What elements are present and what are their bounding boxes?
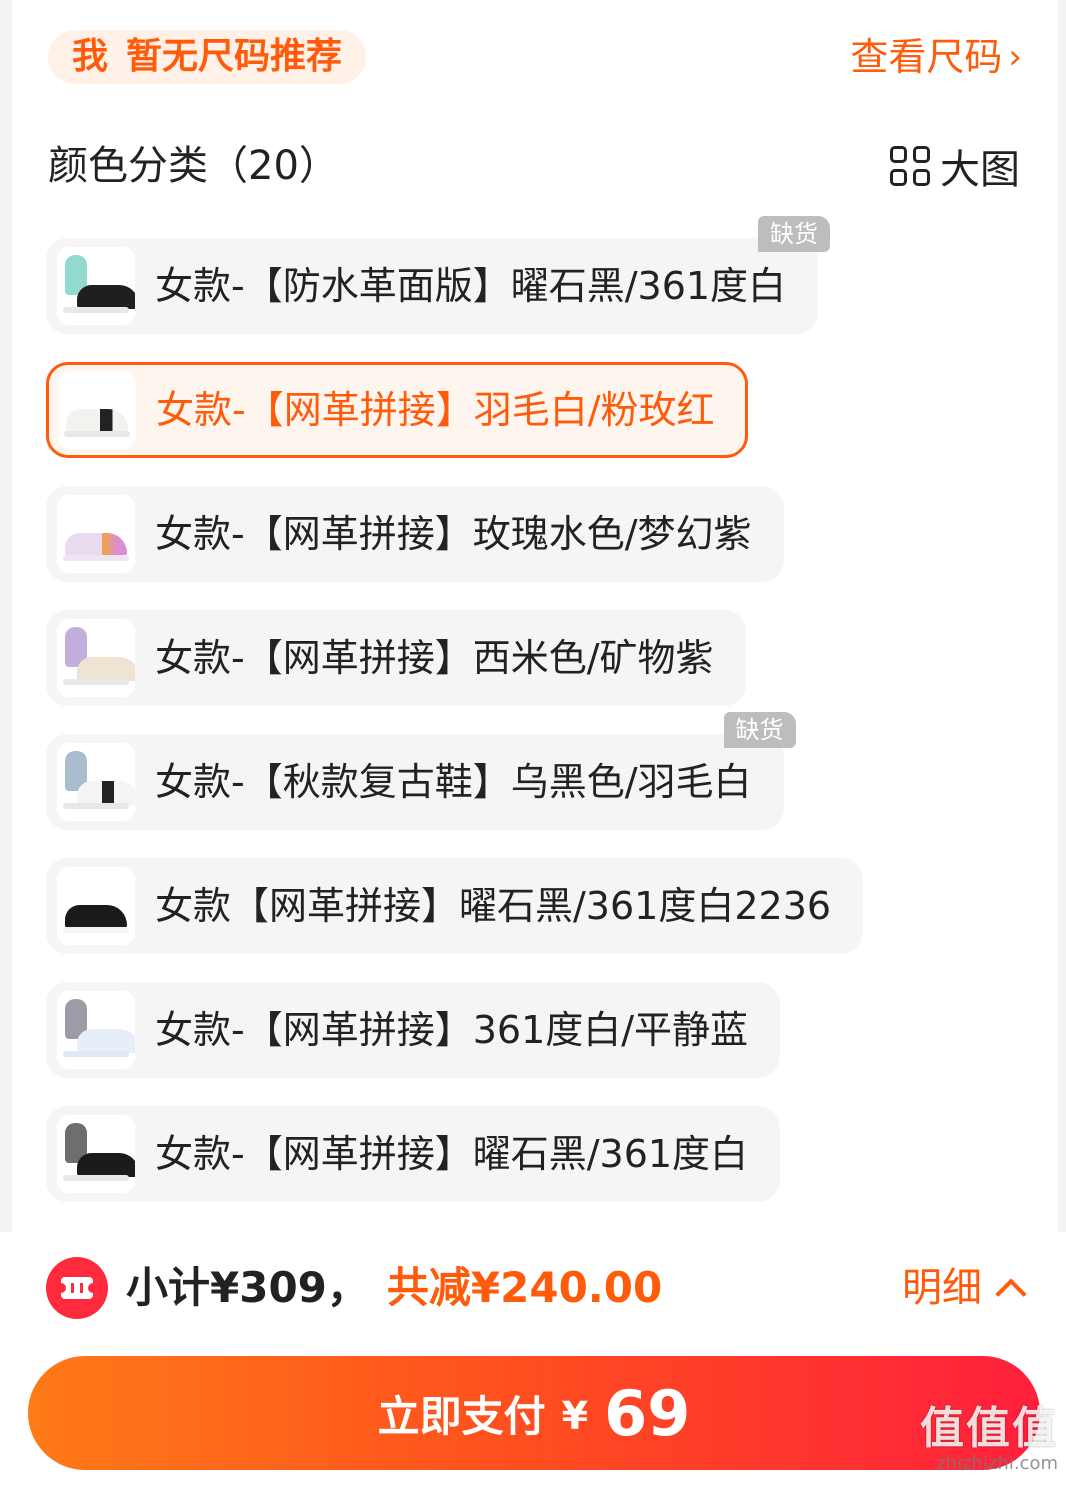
price-detail-toggle[interactable]: 明细 <box>902 1260 1027 1316</box>
big-image-toggle[interactable]: 大图 <box>890 140 1020 193</box>
view-size-chart-label: 查看尺码 <box>850 35 1003 79</box>
product-thumbnail <box>57 495 135 573</box>
subtotal-text: 小计¥309， <box>126 1263 369 1312</box>
sku-selector-sheet: 我 暂无尺码推荐 查看尺码 › 颜色分类（20） 大图 女款-【防水革面版】曜石… <box>12 0 1058 1232</box>
color-option-label: 女款-【网革拼接】西米色/矿物紫 <box>155 636 714 680</box>
pay-now-button[interactable]: 立即支付 ¥ 69 <box>28 1356 1040 1470</box>
product-thumbnail <box>57 867 135 945</box>
color-option[interactable]: 女款-【网革拼接】玫瑰水色/梦幻紫 <box>46 486 784 582</box>
color-option-label: 女款-【秋款复古鞋】乌黑色/羽毛白 <box>155 760 752 804</box>
product-thumbnail <box>58 371 136 449</box>
product-thumbnail <box>57 743 135 821</box>
pay-now-label: 立即支付 <box>377 1391 546 1441</box>
chevron-up-icon <box>995 1278 1027 1310</box>
product-thumbnail <box>57 247 135 325</box>
color-option[interactable]: 女款-【网革拼接】361度白/平静蓝 <box>46 982 781 1078</box>
discount-text: 共减¥240.00 <box>386 1263 663 1312</box>
out-of-stock-badge: 缺货 <box>758 216 831 252</box>
color-option-label: 女款-【网革拼接】羽毛白/粉玫红 <box>156 388 715 432</box>
out-of-stock-badge: 缺货 <box>723 712 796 748</box>
pay-amount: 69 <box>604 1376 691 1450</box>
color-option[interactable]: 女款-【网革拼接】西米色/矿物紫 <box>46 610 746 706</box>
color-option-label: 女款-【网革拼接】曜石黑/361度白 <box>155 1132 749 1176</box>
color-option[interactable]: 女款【网革拼接】曜石黑/361度白2236 <box>46 858 864 954</box>
coupon-ticket-icon <box>46 1257 108 1319</box>
color-option-label: 女款-【网革拼接】361度白/平静蓝 <box>155 1008 749 1052</box>
pay-currency: ¥ <box>561 1394 589 1438</box>
size-recommendation-prefix: 我 <box>72 36 109 77</box>
color-option-label: 女款-【防水革面版】曜石黑/361度白 <box>155 264 787 308</box>
color-option-label: 女款【网革拼接】曜石黑/361度白2236 <box>155 884 832 928</box>
color-option[interactable]: 女款-【防水革面版】曜石黑/361度白 缺货 <box>46 216 831 334</box>
watermark-logo-text: 值值值 <box>920 1403 1058 1454</box>
big-image-label: 大图 <box>940 147 1020 193</box>
price-detail-label: 明细 <box>902 1265 982 1311</box>
size-recommendation-pill: 我 暂无尺码推荐 <box>48 30 367 84</box>
price-summary: 小计¥309， 共减¥240.00 <box>126 1260 662 1316</box>
view-size-chart-link[interactable]: 查看尺码 › <box>850 30 1022 84</box>
size-recommendation-text: 暂无尺码推荐 <box>126 36 343 77</box>
product-thumbnail <box>57 1115 135 1193</box>
color-option[interactable]: 女款-【网革拼接】曜石黑/361度白 <box>46 1106 781 1202</box>
watermark-domain: zhizhizhi.com <box>936 1453 1058 1474</box>
grid-icon <box>890 146 930 186</box>
color-option[interactable]: 女款-【秋款复古鞋】乌黑色/羽毛白 缺货 <box>46 712 796 830</box>
chevron-right-icon: › <box>1008 37 1022 77</box>
color-option-label: 女款-【网革拼接】玫瑰水色/梦幻紫 <box>155 512 752 556</box>
product-thumbnail <box>57 991 135 1069</box>
product-thumbnail <box>57 619 135 697</box>
color-option-selected[interactable]: 女款-【网革拼接】羽毛白/粉玫红 <box>46 362 748 458</box>
color-section-title: 颜色分类（20） <box>48 143 339 189</box>
checkout-footer: 小计¥309， 共减¥240.00 明细 立即支付 ¥ 69 值值值 zhizh… <box>0 1232 1066 1486</box>
site-watermark: 值值值 zhizhizhi.com <box>920 1403 1058 1475</box>
